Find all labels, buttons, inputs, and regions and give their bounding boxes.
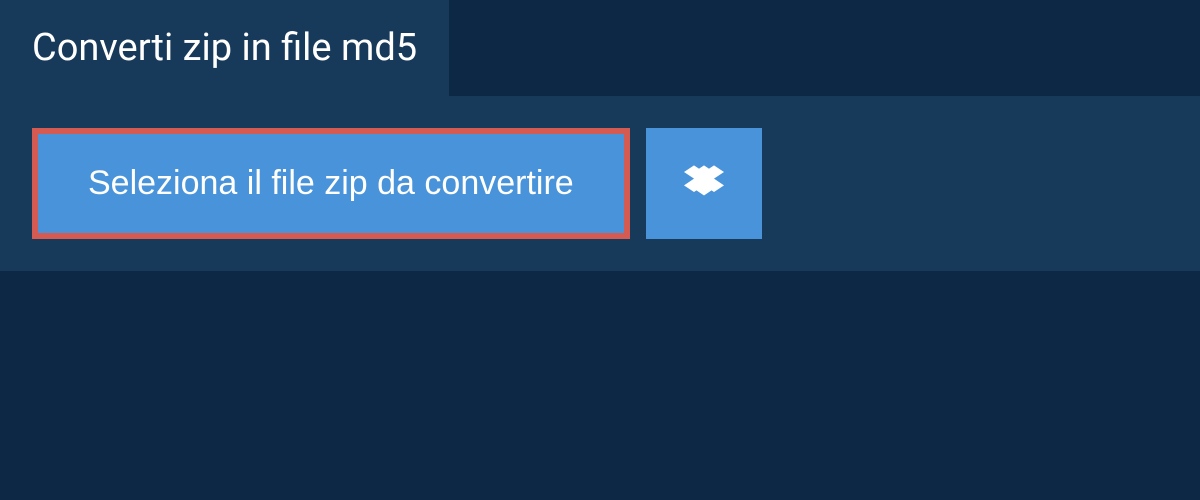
- dropbox-icon: [684, 162, 724, 205]
- dropbox-button[interactable]: [646, 128, 762, 239]
- select-file-label: Seleziona il file zip da convertire: [88, 164, 574, 203]
- header-bar: Converti zip in file md5: [0, 0, 449, 96]
- content-panel: Seleziona il file zip da convertire: [0, 96, 1200, 271]
- button-row: Seleziona il file zip da convertire: [32, 128, 1168, 239]
- select-file-button[interactable]: Seleziona il file zip da convertire: [32, 128, 630, 239]
- page-title: Converti zip in file md5: [32, 26, 417, 70]
